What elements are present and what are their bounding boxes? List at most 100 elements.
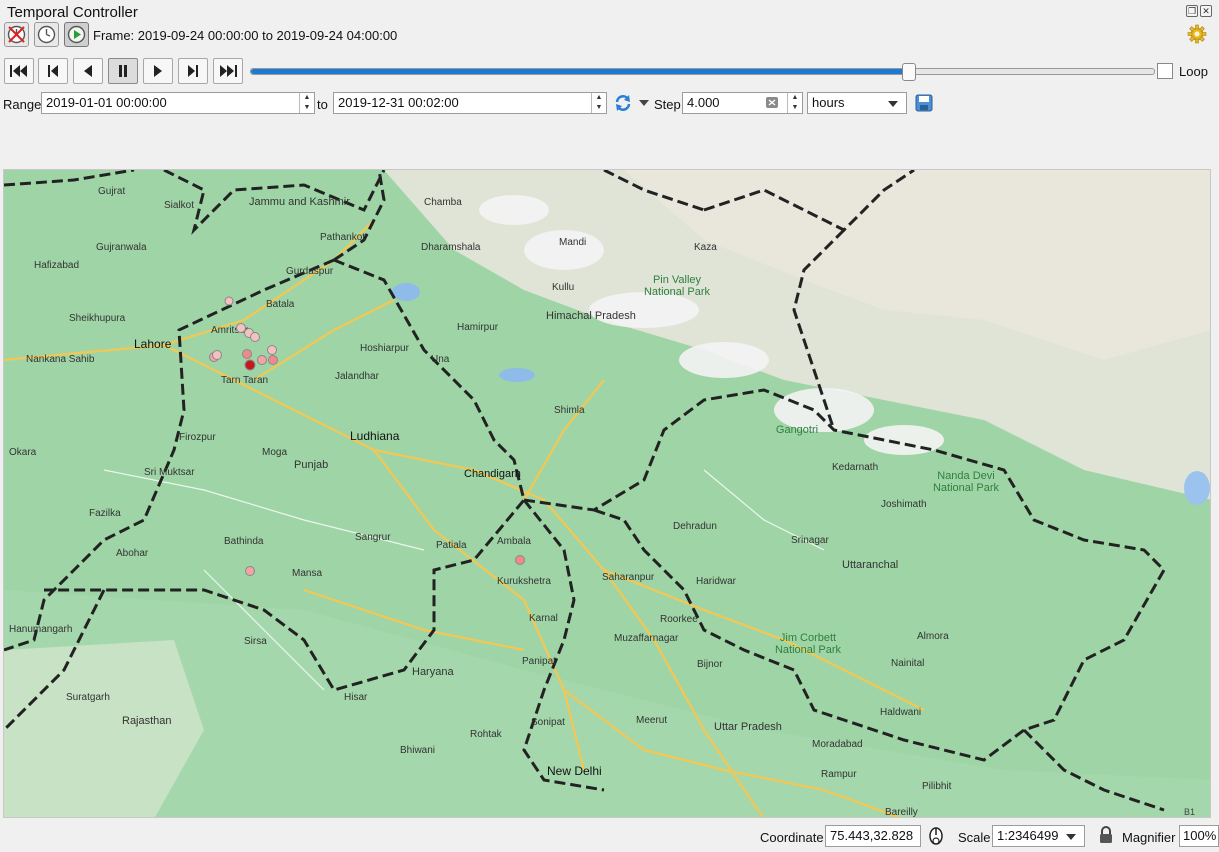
svg-text:Kurukshetra: Kurukshetra [497, 576, 551, 587]
map-canvas[interactable]: Jammu and Kashmir Himachal Pradesh Punja… [3, 169, 1211, 818]
rewind-to-start-button[interactable] [4, 58, 34, 84]
start-spinner[interactable]: ▲ ▼ [299, 93, 314, 113]
svg-text:Joshimath: Joshimath [881, 499, 927, 510]
mode-toolbar: Frame: 2019-09-24 00:00:00 to 2019-09-24… [4, 22, 1219, 48]
range-start-input[interactable]: 2019-01-01 00:00:00 ▲ ▼ [41, 92, 315, 114]
step-spinner[interactable]: ▲ ▼ [787, 93, 802, 113]
panel-title: Temporal Controller [7, 4, 138, 21]
play-backward-button[interactable] [73, 58, 103, 84]
svg-text:Chamba: Chamba [424, 197, 462, 208]
scale-combo[interactable]: 1:2346499 [992, 825, 1085, 847]
svg-text:Rampur: Rampur [821, 769, 857, 780]
render-mouse-icon[interactable] [925, 825, 947, 847]
clear-icon[interactable] [766, 97, 778, 108]
save-icon[interactable] [915, 94, 933, 112]
magnifier-value: 100% [1183, 828, 1217, 843]
magnifier-field[interactable]: 100% [1179, 825, 1219, 847]
skip-to-end-icon [220, 65, 237, 77]
fast-forward-to-end-button[interactable] [213, 58, 243, 84]
end-spinner[interactable]: ▲ ▼ [591, 93, 606, 113]
coordinate-field[interactable]: 75.443,32.828 [825, 825, 921, 847]
fixed-range-mode-button[interactable] [34, 22, 59, 47]
svg-text:Gujrat: Gujrat [98, 186, 125, 197]
svg-text:Sialkot: Sialkot [164, 200, 194, 211]
svg-text:Fazilka: Fazilka [89, 508, 121, 519]
play-circle-icon [67, 25, 86, 44]
slider-handle[interactable] [902, 63, 916, 81]
lake [499, 368, 535, 382]
svg-text:Patiala: Patiala [436, 540, 467, 551]
range-end-input[interactable]: 2019-12-31 00:02:00 ▲ ▼ [333, 92, 607, 114]
svg-text:Hoshiarpur: Hoshiarpur [360, 343, 410, 354]
svg-text:Batala: Batala [266, 299, 295, 310]
range-start-value: 2019-01-01 00:00:00 [46, 95, 167, 110]
step-input[interactable]: 4.000 ▲ ▼ [682, 92, 803, 114]
svg-text:Pilibhit: Pilibhit [922, 781, 952, 792]
step-unit-select[interactable]: hours [807, 92, 907, 114]
svg-text:Moga: Moga [262, 447, 287, 458]
scale-value: 1:2346499 [997, 828, 1059, 843]
gear-icon[interactable] [1187, 24, 1207, 44]
svg-text:Tarn Taran: Tarn Taran [221, 375, 268, 386]
svg-text:Firozpur: Firozpur [179, 432, 216, 443]
svg-text:Haryana: Haryana [412, 666, 454, 678]
svg-text:Gujranwala: Gujranwala [96, 242, 147, 253]
next-frame-icon [188, 65, 198, 77]
svg-text:Mandi: Mandi [559, 237, 586, 248]
svg-text:Dharamshala: Dharamshala [421, 242, 481, 253]
close-button[interactable]: ✕ [1200, 5, 1212, 17]
svg-text:Ludhiana: Ludhiana [350, 429, 400, 443]
chevron-down-icon [888, 101, 898, 107]
svg-text:Ambala: Ambala [497, 536, 531, 547]
animated-mode-button[interactable] [64, 22, 89, 47]
play-backward-icon [84, 65, 92, 77]
svg-text:Mansa: Mansa [292, 568, 322, 579]
svg-text:Dehradun: Dehradun [673, 521, 717, 532]
svg-text:Rohtak: Rohtak [470, 729, 503, 740]
svg-text:Gangotri: Gangotri [776, 424, 818, 436]
playback-toolbar: Loop [4, 58, 1219, 85]
svg-text:Nainital: Nainital [891, 658, 924, 669]
svg-text:Sonipat: Sonipat [531, 717, 565, 728]
frame-label: Frame: 2019-09-24 00:00:00 to 2019-09-24… [93, 28, 398, 43]
svg-text:National Park: National Park [775, 644, 842, 656]
svg-text:Nanda Devi: Nanda Devi [937, 470, 994, 482]
play-icon [154, 65, 162, 77]
chevron-down-icon[interactable] [639, 100, 649, 107]
loop-checkbox[interactable] [1157, 63, 1173, 79]
restore-button[interactable]: ❐ [1186, 5, 1198, 17]
svg-text:Sangrur: Sangrur [355, 532, 391, 543]
pause-button[interactable] [108, 58, 138, 84]
clock-icon [37, 25, 56, 44]
svg-text:Pathankot: Pathankot [320, 232, 365, 243]
svg-text:Kullu: Kullu [552, 282, 574, 293]
play-forward-button[interactable] [143, 58, 173, 84]
basemap: Jammu and Kashmir Himachal Pradesh Punja… [4, 170, 1210, 817]
svg-text:Kaza: Kaza [694, 242, 717, 253]
svg-text:Karnal: Karnal [529, 613, 558, 624]
svg-text:Kedarnath: Kedarnath [832, 462, 878, 473]
svg-text:Abohar: Abohar [116, 548, 149, 559]
lake [1184, 471, 1210, 505]
coordinate-label: Coordinate [760, 830, 824, 845]
disable-navigation-button[interactable] [4, 22, 29, 47]
pause-icon [119, 65, 127, 77]
step-forward-button[interactable] [178, 58, 208, 84]
refresh-icon[interactable] [613, 93, 633, 113]
svg-text:Gurdaspur: Gurdaspur [286, 266, 334, 277]
svg-text:Uttar Pradesh: Uttar Pradesh [714, 721, 782, 733]
lock-icon[interactable] [1097, 825, 1115, 845]
svg-text:National Park: National Park [644, 286, 711, 298]
svg-text:Sri Muktsar: Sri Muktsar [144, 467, 195, 478]
step-label: Step [654, 97, 681, 112]
magnifier-label: Magnifier [1122, 830, 1176, 845]
frame-slider[interactable] [250, 63, 1155, 81]
svg-text:Shimla: Shimla [554, 405, 585, 416]
status-bar: Coordinate 75.443,32.828 Scale 1:2346499… [0, 820, 1219, 852]
svg-text:Sirsa: Sirsa [244, 636, 267, 647]
step-back-button[interactable] [38, 58, 68, 84]
step-value: 4.000 [687, 95, 720, 110]
skip-to-start-icon [10, 65, 27, 77]
range-end-value: 2019-12-31 00:02:00 [338, 95, 459, 110]
svg-text:Bhiwani: Bhiwani [400, 745, 435, 756]
